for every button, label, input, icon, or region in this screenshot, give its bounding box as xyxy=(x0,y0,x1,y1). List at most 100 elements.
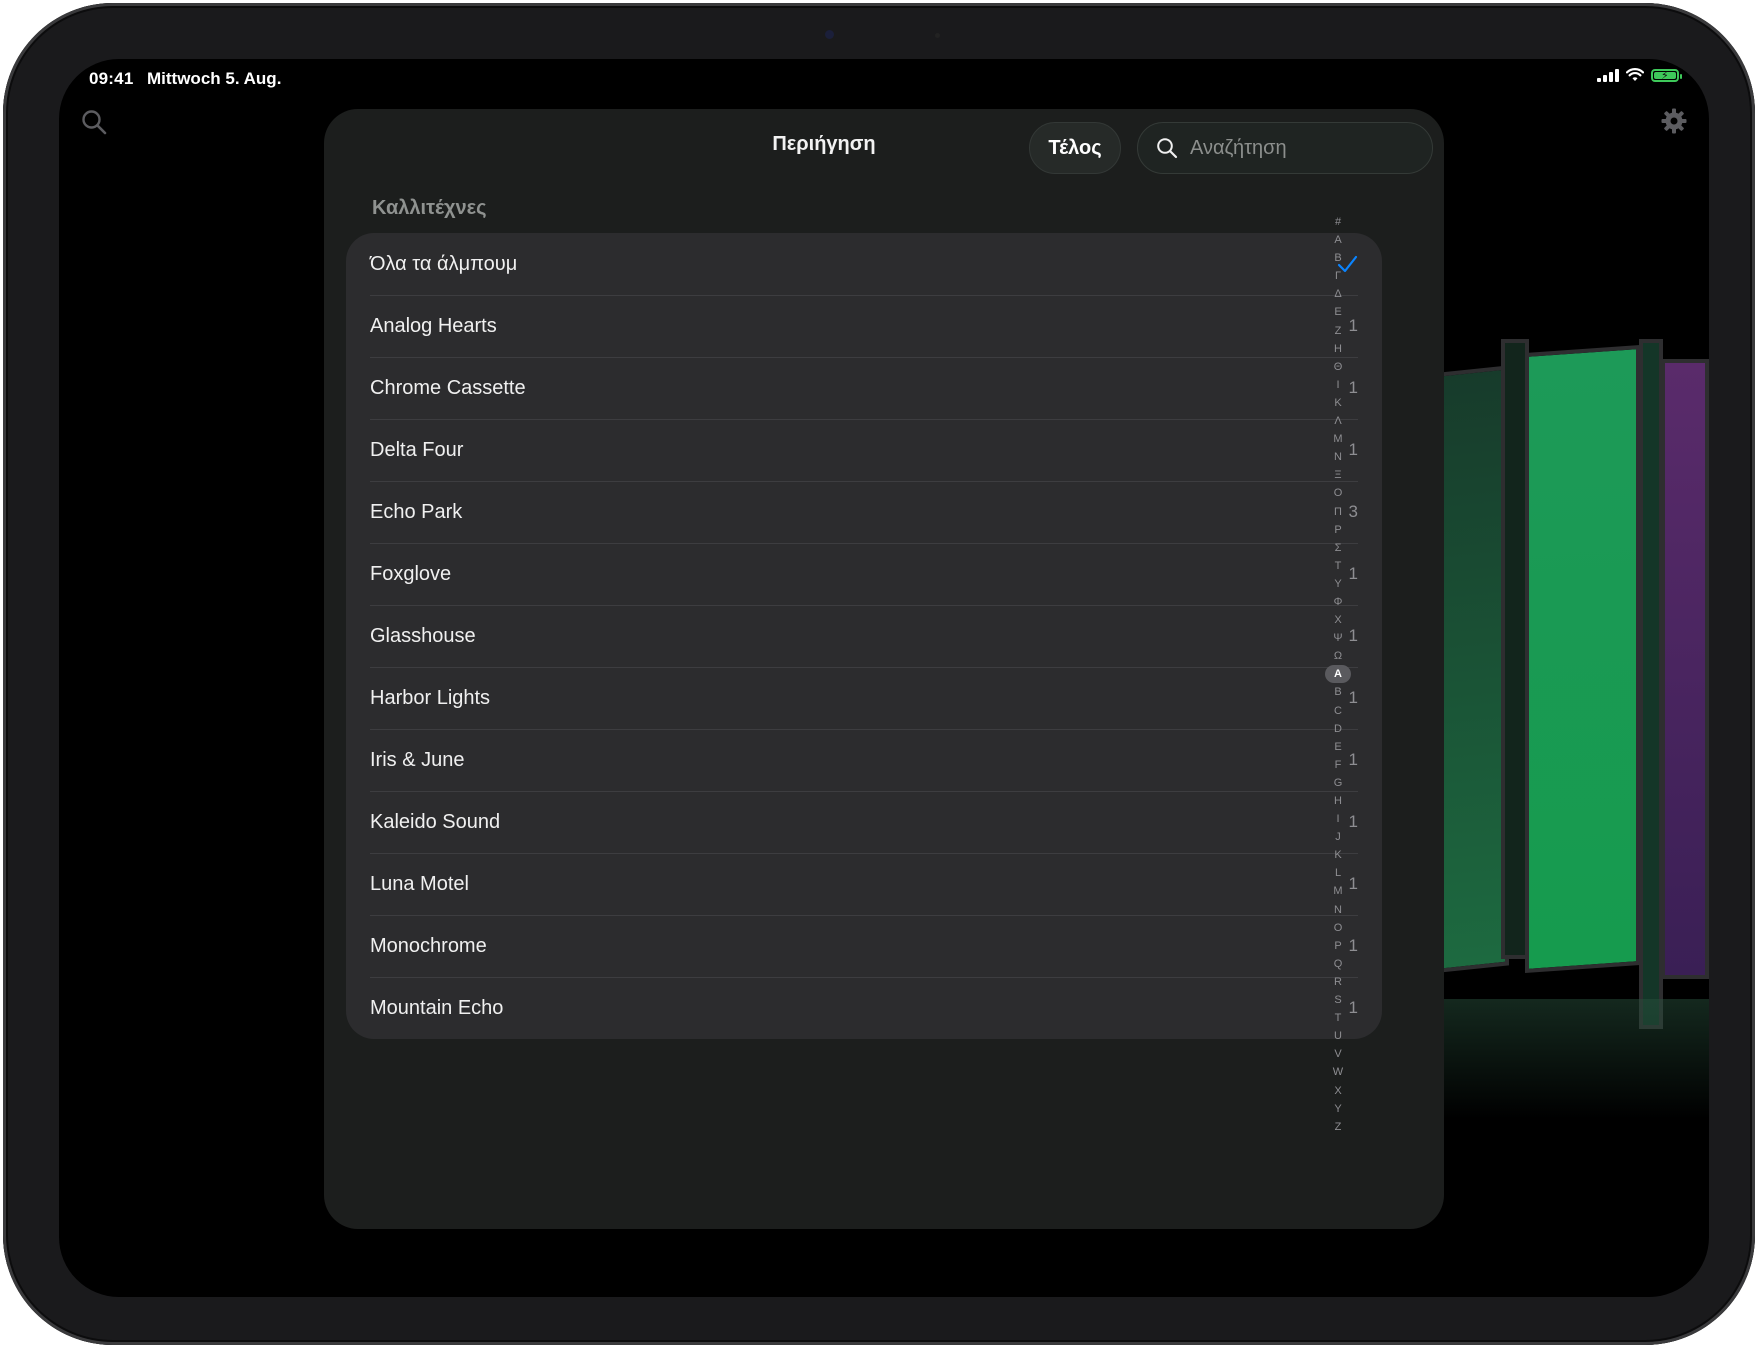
list-item-label: Echo Park xyxy=(370,500,463,523)
index-letter[interactable]: T xyxy=(1325,1009,1351,1027)
search-field[interactable] xyxy=(1137,122,1433,174)
index-letter[interactable]: Τ xyxy=(1325,557,1351,575)
index-letter[interactable]: Q xyxy=(1325,955,1351,973)
list-item-label: Luna Motel xyxy=(370,872,469,895)
index-letter[interactable]: D xyxy=(1325,720,1351,738)
index-letter[interactable]: R xyxy=(1325,973,1351,991)
background-gear-icon[interactable] xyxy=(1661,108,1687,134)
search-input[interactable] xyxy=(1188,135,1412,161)
index-letter[interactable]: Α xyxy=(1325,231,1351,249)
index-letter[interactable]: C xyxy=(1325,702,1351,720)
list-item-all-albums[interactable]: Όλα τα άλμπουμ xyxy=(346,233,1382,295)
index-letter[interactable]: Η xyxy=(1325,340,1351,358)
index-letter[interactable]: H xyxy=(1325,792,1351,810)
list-item-artist[interactable]: Luna Motel 1 xyxy=(346,853,1382,915)
battery-charging-icon: ⚡ xyxy=(1651,68,1682,82)
list-item-label: Foxglove xyxy=(370,562,452,585)
list-item-artist[interactable]: Analog Hearts 1 xyxy=(346,295,1382,357)
list-item-label: Delta Four xyxy=(370,438,464,461)
artist-list: Όλα τα άλμπουμ Analog Hearts 1 Chrome Casse… xyxy=(346,233,1382,1039)
index-letter[interactable]: Γ xyxy=(1325,267,1351,285)
index-letter[interactable]: # xyxy=(1325,213,1351,231)
list-item-artist[interactable]: Monochrome 1 xyxy=(346,915,1382,977)
index-letter[interactable]: Λ xyxy=(1325,412,1351,430)
index-letter[interactable]: Φ xyxy=(1325,593,1351,611)
index-letter[interactable]: I xyxy=(1325,810,1351,828)
background-search-icon[interactable] xyxy=(81,109,107,135)
wifi-icon xyxy=(1626,68,1644,81)
list-item-artist[interactable]: Iris & June 1 xyxy=(346,729,1382,791)
list-item-artist[interactable]: Chrome Cassette 1 xyxy=(346,357,1382,419)
album-cover xyxy=(1661,359,1709,979)
index-letter[interactable]: U xyxy=(1325,1027,1351,1045)
list-item-label: Monochrome xyxy=(370,934,487,957)
search-icon xyxy=(1157,138,1178,159)
list-item-artist[interactable]: Mountain Echo 1 xyxy=(346,977,1382,1039)
index-letter[interactable]: M xyxy=(1325,882,1351,900)
list-item-label: Glasshouse xyxy=(370,624,476,647)
index-letter[interactable]: F xyxy=(1325,756,1351,774)
background-album-stack xyxy=(1439,309,1709,1129)
index-letter[interactable]: Ε xyxy=(1325,303,1351,321)
index-letter[interactable]: Κ xyxy=(1325,394,1351,412)
list-item-label: Chrome Cassette xyxy=(370,376,526,399)
index-letter[interactable]: Θ xyxy=(1325,358,1351,376)
list-item-artist[interactable]: Foxglove 1 xyxy=(346,543,1382,605)
index-letter[interactable]: K xyxy=(1325,846,1351,864)
index-letter[interactable]: O xyxy=(1325,919,1351,937)
index-letter[interactable]: Ο xyxy=(1325,484,1351,502)
done-button[interactable]: Τέλος xyxy=(1029,122,1121,174)
list-item-artist[interactable]: Kaleido Sound 1 xyxy=(346,791,1382,853)
album-cover xyxy=(1525,344,1640,974)
index-letter[interactable]: A xyxy=(1325,665,1351,684)
status-time: 09:41 xyxy=(89,69,134,88)
browse-sheet: Περιήγηση Τέλος Καλλιτέχνες Όλα τα άλμπο… xyxy=(324,109,1444,1229)
list-item-artist[interactable]: Harbor Lights 1 xyxy=(346,667,1382,729)
index-letter[interactable]: E xyxy=(1325,738,1351,756)
front-camera xyxy=(825,30,834,39)
index-letter[interactable]: J xyxy=(1325,828,1351,846)
list-item-label: Analog Hearts xyxy=(370,314,497,337)
index-letter[interactable]: Β xyxy=(1325,249,1351,267)
status-icons: ⚡ xyxy=(1597,68,1682,82)
index-letter[interactable]: Z xyxy=(1325,1118,1351,1136)
index-letter[interactable]: S xyxy=(1325,991,1351,1009)
ipad-frame: 09:41 Mittwoch 5. Aug. ⚡ Περιήγηση Τέλος… xyxy=(3,3,1755,1345)
index-letter[interactable]: B xyxy=(1325,683,1351,701)
index-letter[interactable]: Y xyxy=(1325,1100,1351,1118)
index-letter[interactable]: Ω xyxy=(1325,647,1351,665)
index-letter[interactable]: N xyxy=(1325,901,1351,919)
index-letter[interactable]: Ι xyxy=(1325,376,1351,394)
index-letter[interactable]: W xyxy=(1325,1063,1351,1081)
screen: 09:41 Mittwoch 5. Aug. ⚡ Περιήγηση Τέλος… xyxy=(59,59,1709,1297)
index-letter[interactable]: Π xyxy=(1325,503,1351,521)
index-letter[interactable]: Σ xyxy=(1325,539,1351,557)
index-letter[interactable]: Υ xyxy=(1325,575,1351,593)
index-letter[interactable]: V xyxy=(1325,1045,1351,1063)
index-letter[interactable]: Ψ xyxy=(1325,629,1351,647)
cellular-signal-icon xyxy=(1597,68,1619,82)
index-letter[interactable]: Χ xyxy=(1325,611,1351,629)
alphabet-index-scrubber[interactable]: # Α Β Γ Δ Ε Ζ Η Θ Ι Κ Λ Μ Ν Ξ Ο Π Ρ Σ Τ Υ Φ Χ Ψ Ω A B C D E F G H I J K L M N O… xyxy=(1324,213,1352,1136)
index-letter[interactable]: Ξ xyxy=(1325,466,1351,484)
list-item-label: Kaleido Sound xyxy=(370,810,501,833)
index-letter[interactable]: Ν xyxy=(1325,448,1351,466)
list-item-label: Όλα τα άλμπουμ xyxy=(370,252,518,275)
index-letter[interactable]: Ρ xyxy=(1325,521,1351,539)
list-item-artist[interactable]: Delta Four 1 xyxy=(346,419,1382,481)
index-letter[interactable]: G xyxy=(1325,774,1351,792)
list-item-artist[interactable]: Echo Park 3 xyxy=(346,481,1382,543)
album-reflection xyxy=(1439,999,1709,1119)
index-letter[interactable]: Μ xyxy=(1325,430,1351,448)
index-letter[interactable]: X xyxy=(1325,1082,1351,1100)
index-letter[interactable]: L xyxy=(1325,864,1351,882)
section-header-artists: Καλλιτέχνες xyxy=(372,197,487,219)
status-date: Mittwoch 5. Aug. xyxy=(147,69,282,88)
list-item-artist[interactable]: Glasshouse 1 xyxy=(346,605,1382,667)
list-item-label: Mountain Echo xyxy=(370,996,504,1019)
index-letter[interactable]: Δ xyxy=(1325,285,1351,303)
index-letter[interactable]: P xyxy=(1325,937,1351,955)
album-cover xyxy=(1439,365,1509,973)
list-item-label: Iris & June xyxy=(370,748,465,771)
index-letter[interactable]: Ζ xyxy=(1325,322,1351,340)
